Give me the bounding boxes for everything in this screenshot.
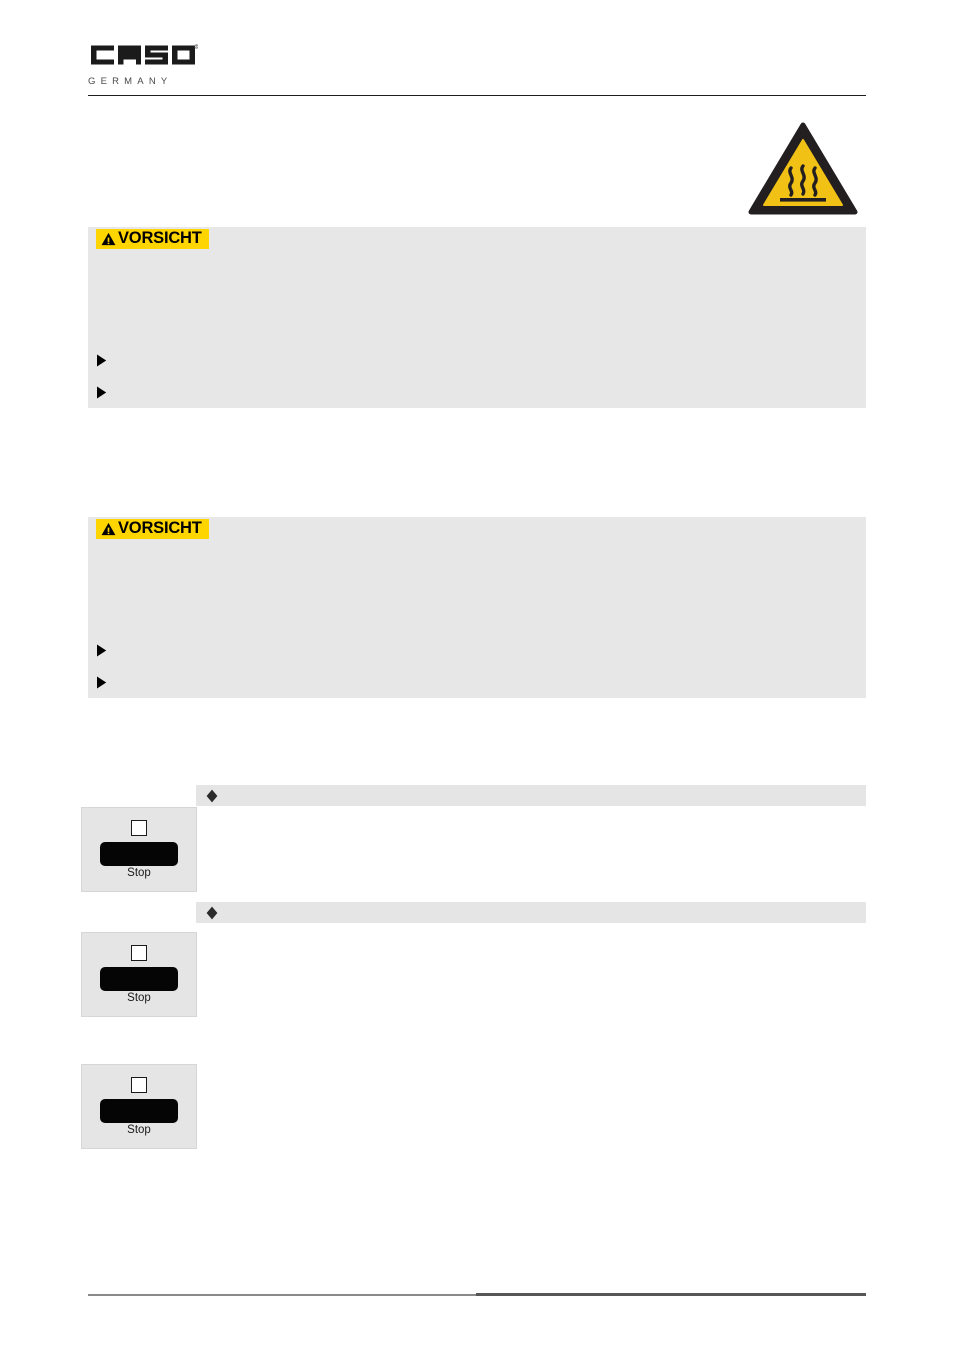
caution-bullet-list-2 [96, 642, 856, 706]
square-outline-icon [131, 820, 147, 836]
square-outline-icon [131, 1077, 147, 1093]
stop-button[interactable] [100, 967, 178, 991]
manual-page: R GERMANY VORSICHT VORSICHT Stop Stop St… [0, 0, 954, 1350]
caution-bullet-item [96, 352, 856, 372]
page-header: R GERMANY [0, 0, 954, 100]
diamond-bullet-icon [206, 789, 218, 802]
caution-bullet-item [96, 384, 856, 404]
caution-bullet-item [96, 642, 856, 662]
stop-button-label: Stop [127, 1124, 151, 1136]
section-bar-2 [196, 902, 866, 923]
control-panel-figure-2: Stop [81, 932, 197, 1017]
caso-wordmark-icon: R [91, 44, 198, 65]
brand-tagline: GERMANY [88, 76, 173, 87]
stop-button-label: Stop [127, 867, 151, 879]
control-panel-figure-3: Stop [81, 1064, 197, 1149]
footer-divider-left [88, 1294, 476, 1296]
footer-divider-right [476, 1293, 866, 1296]
header-divider [88, 95, 866, 96]
diamond-bullet-icon [206, 906, 218, 919]
caution-box-1: VORSICHT [88, 227, 866, 408]
caution-label-1: VORSICHT [118, 229, 202, 248]
section-bar-1 [196, 785, 866, 806]
caution-tag-1: VORSICHT [96, 229, 209, 249]
control-panel-figure-1: Stop [81, 807, 197, 892]
hot-surface-warning-icon [748, 122, 858, 215]
warning-triangle-icon [101, 522, 116, 535]
caution-tag-2: VORSICHT [96, 519, 209, 539]
triangle-bullet-icon [97, 676, 107, 689]
caution-bullet-list-1 [96, 352, 856, 416]
warning-triangle-icon [101, 232, 116, 245]
stop-button[interactable] [100, 842, 178, 866]
stop-button[interactable] [100, 1099, 178, 1123]
brand-logo: R GERMANY [88, 38, 208, 87]
stop-button-label: Stop [127, 992, 151, 1004]
caution-label-2: VORSICHT [118, 519, 202, 538]
caution-box-2: VORSICHT [88, 517, 866, 698]
square-outline-icon [131, 945, 147, 961]
triangle-bullet-icon [97, 354, 107, 367]
triangle-bullet-icon [97, 644, 107, 657]
triangle-bullet-icon [97, 386, 107, 399]
caution-bullet-item [96, 674, 856, 694]
